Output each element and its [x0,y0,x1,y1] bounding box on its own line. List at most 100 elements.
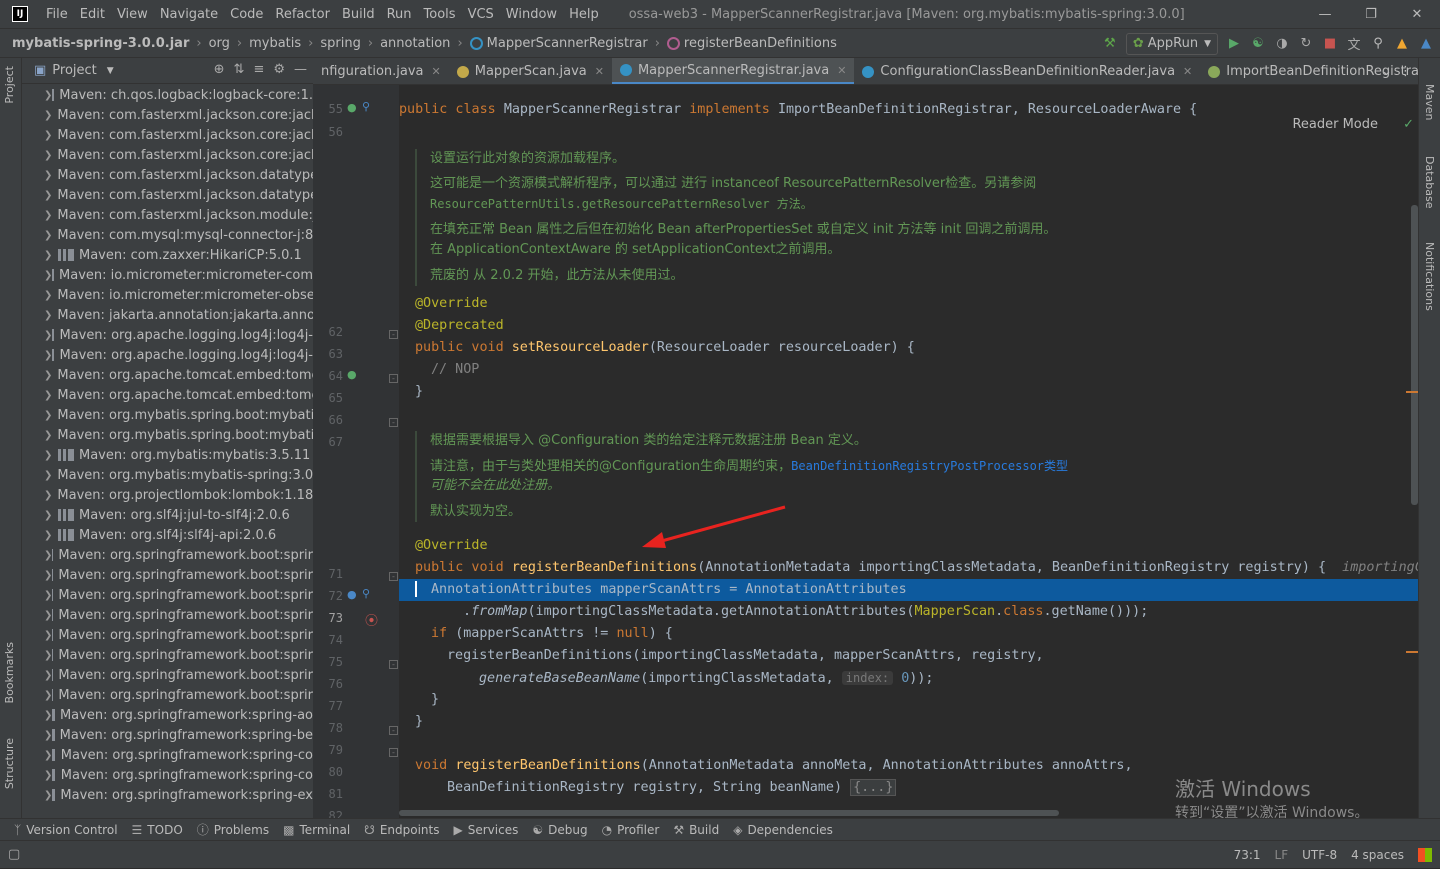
tree-item[interactable]: ❯ Maven: io.micrometer:micrometer-com [22,265,313,285]
override-icon[interactable]: ● [347,368,357,381]
bookmarks-tool-label[interactable]: Bookmarks [3,642,16,703]
chevron-right-icon[interactable]: ❯ [44,430,52,441]
tool-services[interactable]: ▶ Services [454,823,519,837]
tree-item[interactable]: ❯ Maven: com.mysql:mysql-connector-j:8. [22,225,313,245]
fold-icon[interactable]: - [389,374,398,383]
chevron-right-icon[interactable]: ❯ [44,610,52,621]
tree-item[interactable]: ❯ Maven: org.springframework.boot:sprir [22,545,313,565]
menu-tools[interactable]: Tools [418,7,462,22]
tree-item[interactable]: ❯ Maven: org.springframework:spring-co [22,765,313,785]
restore-button[interactable]: ❐ [1348,0,1394,29]
tree-item[interactable]: ❯ Maven: org.springframework.boot:sprir [22,605,313,625]
run-config-select[interactable]: ✿ AppRun ▼ [1125,32,1218,55]
indent-setting[interactable]: 4 spaces [1351,848,1404,862]
tree-item[interactable]: ❯ Maven: com.fasterxml.jackson.module:ja [22,205,313,225]
tree-item[interactable]: ❯ Maven: ch.qos.logback:logback-core:1. [22,85,313,105]
tab-configuration[interactable]: nfiguration.java ✕ [313,58,449,84]
breakpoint-icon[interactable]: ⦿ [365,610,378,629]
tree-item[interactable]: ❯ Maven: org.apache.logging.log4j:log4j- [22,345,313,365]
reader-mode-toggle[interactable]: Reader Mode [1292,117,1378,132]
fold-icon[interactable]: - [389,330,398,339]
chevron-right-icon[interactable]: ❯ [44,750,52,761]
ide-logo-icon[interactable]: ▲ [1418,36,1434,52]
tree-item[interactable]: ❯ Maven: org.apache.logging.log4j:log4j- [22,325,313,345]
debug-icon[interactable]: ☯ [1250,36,1266,52]
code-editor[interactable]: Reader Mode ✓ public class MapperScanner… [399,85,1418,818]
run-icon[interactable]: ▶ [1226,36,1242,52]
chevron-right-icon[interactable]: ❯ [44,270,52,281]
project-tool-label[interactable]: Project [3,66,16,104]
tree-item[interactable]: ❯ Maven: com.fasterxml.jackson.core:jack [22,125,313,145]
line-separator[interactable]: LF [1275,848,1289,862]
find-usages-icon[interactable]: ⚲ [362,587,370,600]
project-view-select[interactable]: Project [52,63,96,78]
tab-configurationclassbeandefinitionreader[interactable]: ConfigurationClassBeanDefinitionReader.j… [854,58,1200,84]
chevron-right-icon[interactable]: ❯ [44,570,52,581]
implement-icon[interactable]: ● [347,101,357,114]
menu-build[interactable]: Build [336,7,381,22]
tree-item[interactable]: ❯ Maven: org.slf4j:jul-to-slf4j:2.0.6 [22,505,313,525]
chevron-right-icon[interactable]: ❯ [44,370,52,381]
chevron-right-icon[interactable]: ❯ [44,690,52,701]
caret-position[interactable]: 73:1 [1234,848,1261,862]
minimize-button[interactable]: — [1302,0,1348,29]
menu-vcs[interactable]: VCS [462,7,500,22]
breadcrumb-jar[interactable]: mybatis-spring-3.0.0.jar [12,36,189,51]
more-options-icon[interactable]: ⋮ [1399,58,1412,84]
chevron-right-icon[interactable]: ❯ [44,330,52,341]
tree-item[interactable]: ❯ Maven: org.springframework:spring-ex [22,785,313,805]
folded-code-block[interactable]: {...} [850,779,897,796]
database-tool-label[interactable]: Database [1423,156,1436,209]
menu-refactor[interactable]: Refactor [269,7,336,22]
structure-tool-label[interactable]: Structure [3,738,16,789]
tree-item[interactable]: ❯ Maven: org.slf4j:slf4j-api:2.0.6 [22,525,313,545]
tree-item[interactable]: ❯ Maven: org.mybatis:mybatis-spring:3.0. [22,465,313,485]
tree-item[interactable]: ❯ Maven: org.projectlombok:lombok:1.18 [22,485,313,505]
collapse-all-icon[interactable]: ≡ [253,62,264,77]
chevron-right-icon[interactable]: ❯ [44,490,52,501]
chevron-right-icon[interactable]: ❯ [44,790,52,801]
tree-item[interactable]: ❯ Maven: org.apache.tomcat.embed:tomc [22,365,313,385]
breadcrumb-annotation[interactable]: annotation [380,36,450,51]
menu-window[interactable]: Window [500,7,563,22]
close-icon[interactable]: ✕ [837,64,846,77]
translate-icon[interactable]: 文 [1346,36,1362,53]
file-encoding[interactable]: UTF-8 [1302,848,1337,862]
tree-item[interactable]: ❯ Maven: io.micrometer:micrometer-obse [22,285,313,305]
chevron-right-icon[interactable]: ❯ [44,310,52,321]
layout-icon[interactable]: ▢ [8,847,20,862]
chevron-right-icon[interactable]: ❯ [44,650,52,661]
tool-todo[interactable]: ☰ TODO [132,823,183,837]
tree-item[interactable]: ❯ Maven: org.springframework:spring-ao [22,705,313,725]
tree-item[interactable]: ❯ Maven: org.mybatis.spring.boot:mybati [22,425,313,445]
build-hammer-icon[interactable]: ⚒ [1102,36,1118,52]
chevron-right-icon[interactable]: ❯ [44,410,52,421]
fold-icon[interactable]: - [389,572,398,581]
tree-item[interactable]: ❯ Maven: com.fasterxml.jackson.datatype [22,165,313,185]
scrollbar-thumb[interactable] [1411,205,1418,505]
tool-build[interactable]: ⚒ Build [673,823,719,837]
chevron-right-icon[interactable]: ❯ [44,250,58,261]
tool-problems[interactable]: ⓘ Problems [197,821,269,838]
gear-icon[interactable]: ⚙ [273,62,285,77]
chevron-right-icon[interactable]: ❯ [44,210,52,221]
chevron-right-icon[interactable]: ❯ [44,770,52,781]
profile-icon[interactable]: ↻ [1298,36,1314,52]
coverage-icon[interactable]: ◑ [1274,36,1290,52]
chevron-right-icon[interactable]: ❯ [44,670,52,681]
tree-item[interactable]: ❯ Maven: com.fasterxml.jackson.datatype [22,185,313,205]
menu-edit[interactable]: Edit [74,7,111,22]
menu-help[interactable]: Help [563,7,605,22]
tree-item[interactable]: ❯ Maven: org.springframework:spring-co [22,745,313,765]
breadcrumb-spring[interactable]: spring [320,36,360,51]
close-icon[interactable]: ✕ [595,65,604,78]
tree-item[interactable]: ❯ Maven: com.fasterxml.jackson.core:jack [22,105,313,125]
chevron-right-icon[interactable]: ❯ [44,190,52,201]
expand-all-icon[interactable]: ⇅ [234,62,245,77]
hide-icon[interactable]: — [294,62,307,77]
tree-item[interactable]: ❯ Maven: org.springframework.boot:sprir [22,645,313,665]
menu-run[interactable]: Run [381,7,418,22]
menu-code[interactable]: Code [224,7,269,22]
tree-item[interactable]: ❯ Maven: org.springframework.boot:sprir [22,585,313,605]
chevron-right-icon[interactable]: ❯ [44,110,52,121]
